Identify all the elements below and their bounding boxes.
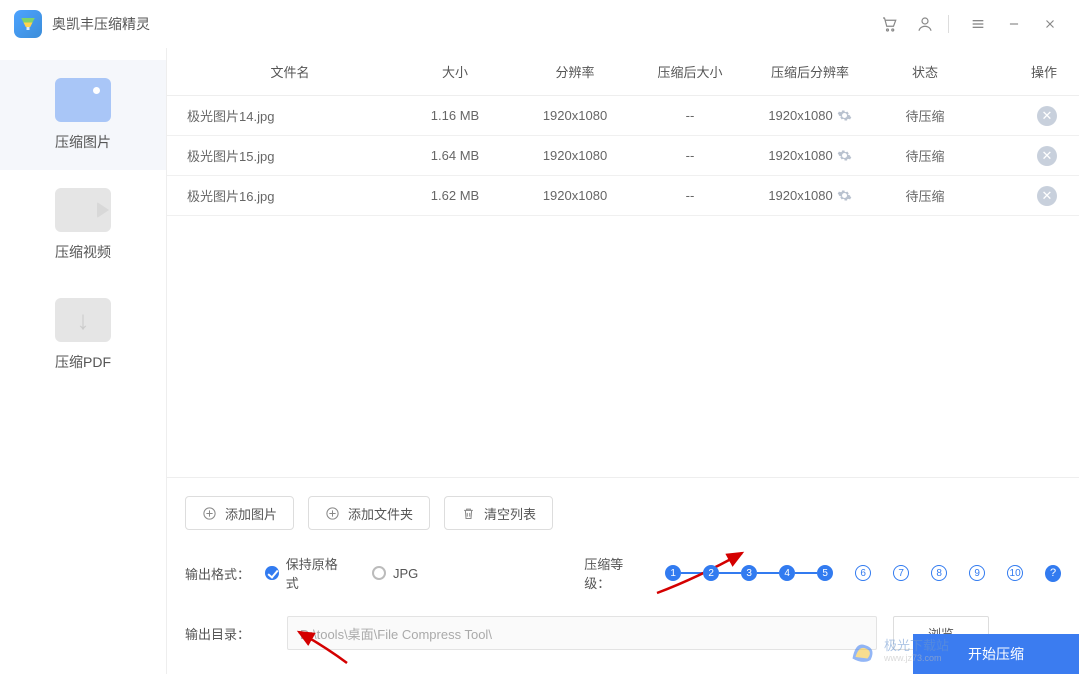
minimize-icon[interactable] — [999, 9, 1029, 39]
gear-icon[interactable] — [837, 148, 852, 163]
cell-status: 待压缩 — [875, 146, 975, 165]
sidebar-item-label: 压缩视频 — [55, 242, 111, 262]
col-header-status: 状态 — [875, 62, 975, 81]
watermark-text: 极光下载站 — [884, 639, 949, 653]
cell-resolution: 1920x1080 — [515, 148, 635, 163]
watermark-sub: www.jz73.com — [884, 653, 949, 663]
close-icon[interactable] — [1035, 9, 1065, 39]
sidebar-item-image[interactable]: 压缩图片 — [0, 60, 166, 170]
col-header-name: 文件名 — [185, 62, 395, 81]
cell-size: 1.62 MB — [395, 188, 515, 203]
col-header-operation: 操作 — [975, 62, 1061, 81]
gear-icon[interactable] — [837, 188, 852, 203]
cell-name: 极光图片15.jpg — [185, 146, 395, 165]
level-node-6[interactable]: 6 — [855, 565, 871, 581]
cell-cres: 1920x1080 — [745, 108, 875, 123]
bottom-panel: 添加图片 添加文件夹 清空列表 输出格式： 保持原格式 — [167, 477, 1079, 674]
button-label: 开始压缩 — [968, 644, 1024, 664]
sidebar-item-pdf[interactable]: 压缩PDF — [0, 280, 166, 390]
sidebar-item-label: 压缩图片 — [55, 132, 111, 152]
video-icon — [55, 188, 111, 232]
table-row: 极光图片15.jpg1.64 MB1920x1080--1920x1080待压缩… — [167, 136, 1079, 176]
cell-name: 极光图片16.jpg — [185, 186, 395, 205]
cell-csize: -- — [635, 188, 745, 203]
cell-resolution: 1920x1080 — [515, 108, 635, 123]
level-node-7[interactable]: 7 — [893, 565, 909, 581]
cell-size: 1.64 MB — [395, 148, 515, 163]
cell-name: 极光图片14.jpg — [185, 106, 395, 125]
help-icon[interactable]: ? — [1045, 565, 1061, 582]
cell-size: 1.16 MB — [395, 108, 515, 123]
compression-level-slider[interactable]: 1 2 3 4 5 6 7 8 9 10 — [665, 565, 1023, 581]
image-icon — [55, 78, 111, 122]
sidebar: 压缩图片 压缩视频 压缩PDF — [0, 48, 166, 674]
table-row: 极光图片14.jpg1.16 MB1920x1080--1920x1080待压缩… — [167, 96, 1079, 136]
table-row: 极光图片16.jpg1.62 MB1920x1080--1920x1080待压缩… — [167, 176, 1079, 216]
radio-jpg[interactable]: JPG — [372, 566, 418, 581]
radio-dot-icon — [265, 566, 278, 580]
radio-label: JPG — [393, 566, 418, 581]
button-label: 添加图片 — [225, 504, 277, 523]
cell-status: 待压缩 — [875, 186, 975, 205]
clear-list-button[interactable]: 清空列表 — [444, 496, 553, 530]
level-node-9[interactable]: 9 — [969, 565, 985, 581]
col-header-resolution: 分辨率 — [515, 62, 635, 81]
button-label: 清空列表 — [484, 504, 536, 523]
sidebar-item-video[interactable]: 压缩视频 — [0, 170, 166, 280]
radio-label: 保持原格式 — [286, 554, 346, 592]
menu-icon[interactable] — [963, 9, 993, 39]
compression-level-label: 压缩等级： — [584, 554, 645, 592]
delete-icon[interactable]: ✕ — [1037, 146, 1057, 166]
level-node-3[interactable]: 3 — [741, 565, 757, 581]
level-node-1[interactable]: 1 — [665, 565, 681, 581]
cart-icon[interactable] — [874, 9, 904, 39]
level-node-10[interactable]: 10 — [1007, 565, 1023, 581]
delete-icon[interactable]: ✕ — [1037, 186, 1057, 206]
cell-csize: -- — [635, 108, 745, 123]
cell-operation: ✕ — [975, 106, 1061, 126]
cell-operation: ✕ — [975, 186, 1061, 206]
cell-cres: 1920x1080 — [745, 188, 875, 203]
level-node-5[interactable]: 5 — [817, 565, 833, 581]
gear-icon[interactable] — [837, 108, 852, 123]
radio-keep-format[interactable]: 保持原格式 — [265, 554, 345, 592]
watermark: 极光下载站 www.jz73.com — [848, 636, 949, 666]
level-node-8[interactable]: 8 — [931, 565, 947, 581]
output-format-label: 输出格式： — [185, 564, 265, 583]
cell-status: 待压缩 — [875, 106, 975, 125]
col-header-cres: 压缩后分辨率 — [745, 62, 875, 81]
col-header-size: 大小 — [395, 62, 515, 81]
titlebar: 奥凯丰压缩精灵 — [0, 0, 1079, 48]
pdf-icon — [55, 298, 111, 342]
app-title: 奥凯丰压缩精灵 — [52, 14, 150, 34]
cell-operation: ✕ — [975, 146, 1061, 166]
level-node-4[interactable]: 4 — [779, 565, 795, 581]
table-body: 极光图片14.jpg1.16 MB1920x1080--1920x1080待压缩… — [167, 96, 1079, 477]
radio-dot-icon — [372, 566, 386, 580]
app-logo — [14, 10, 42, 38]
level-node-2[interactable]: 2 — [703, 565, 719, 581]
add-image-button[interactable]: 添加图片 — [185, 496, 294, 530]
cell-resolution: 1920x1080 — [515, 188, 635, 203]
user-icon[interactable] — [910, 9, 940, 39]
cell-csize: -- — [635, 148, 745, 163]
button-label: 添加文件夹 — [348, 504, 413, 523]
table-header: 文件名 大小 分辨率 压缩后大小 压缩后分辨率 状态 操作 — [167, 48, 1079, 96]
sidebar-item-label: 压缩PDF — [55, 352, 111, 372]
col-header-csize: 压缩后大小 — [635, 62, 745, 81]
add-folder-button[interactable]: 添加文件夹 — [308, 496, 430, 530]
cell-cres: 1920x1080 — [745, 148, 875, 163]
delete-icon[interactable]: ✕ — [1037, 106, 1057, 126]
